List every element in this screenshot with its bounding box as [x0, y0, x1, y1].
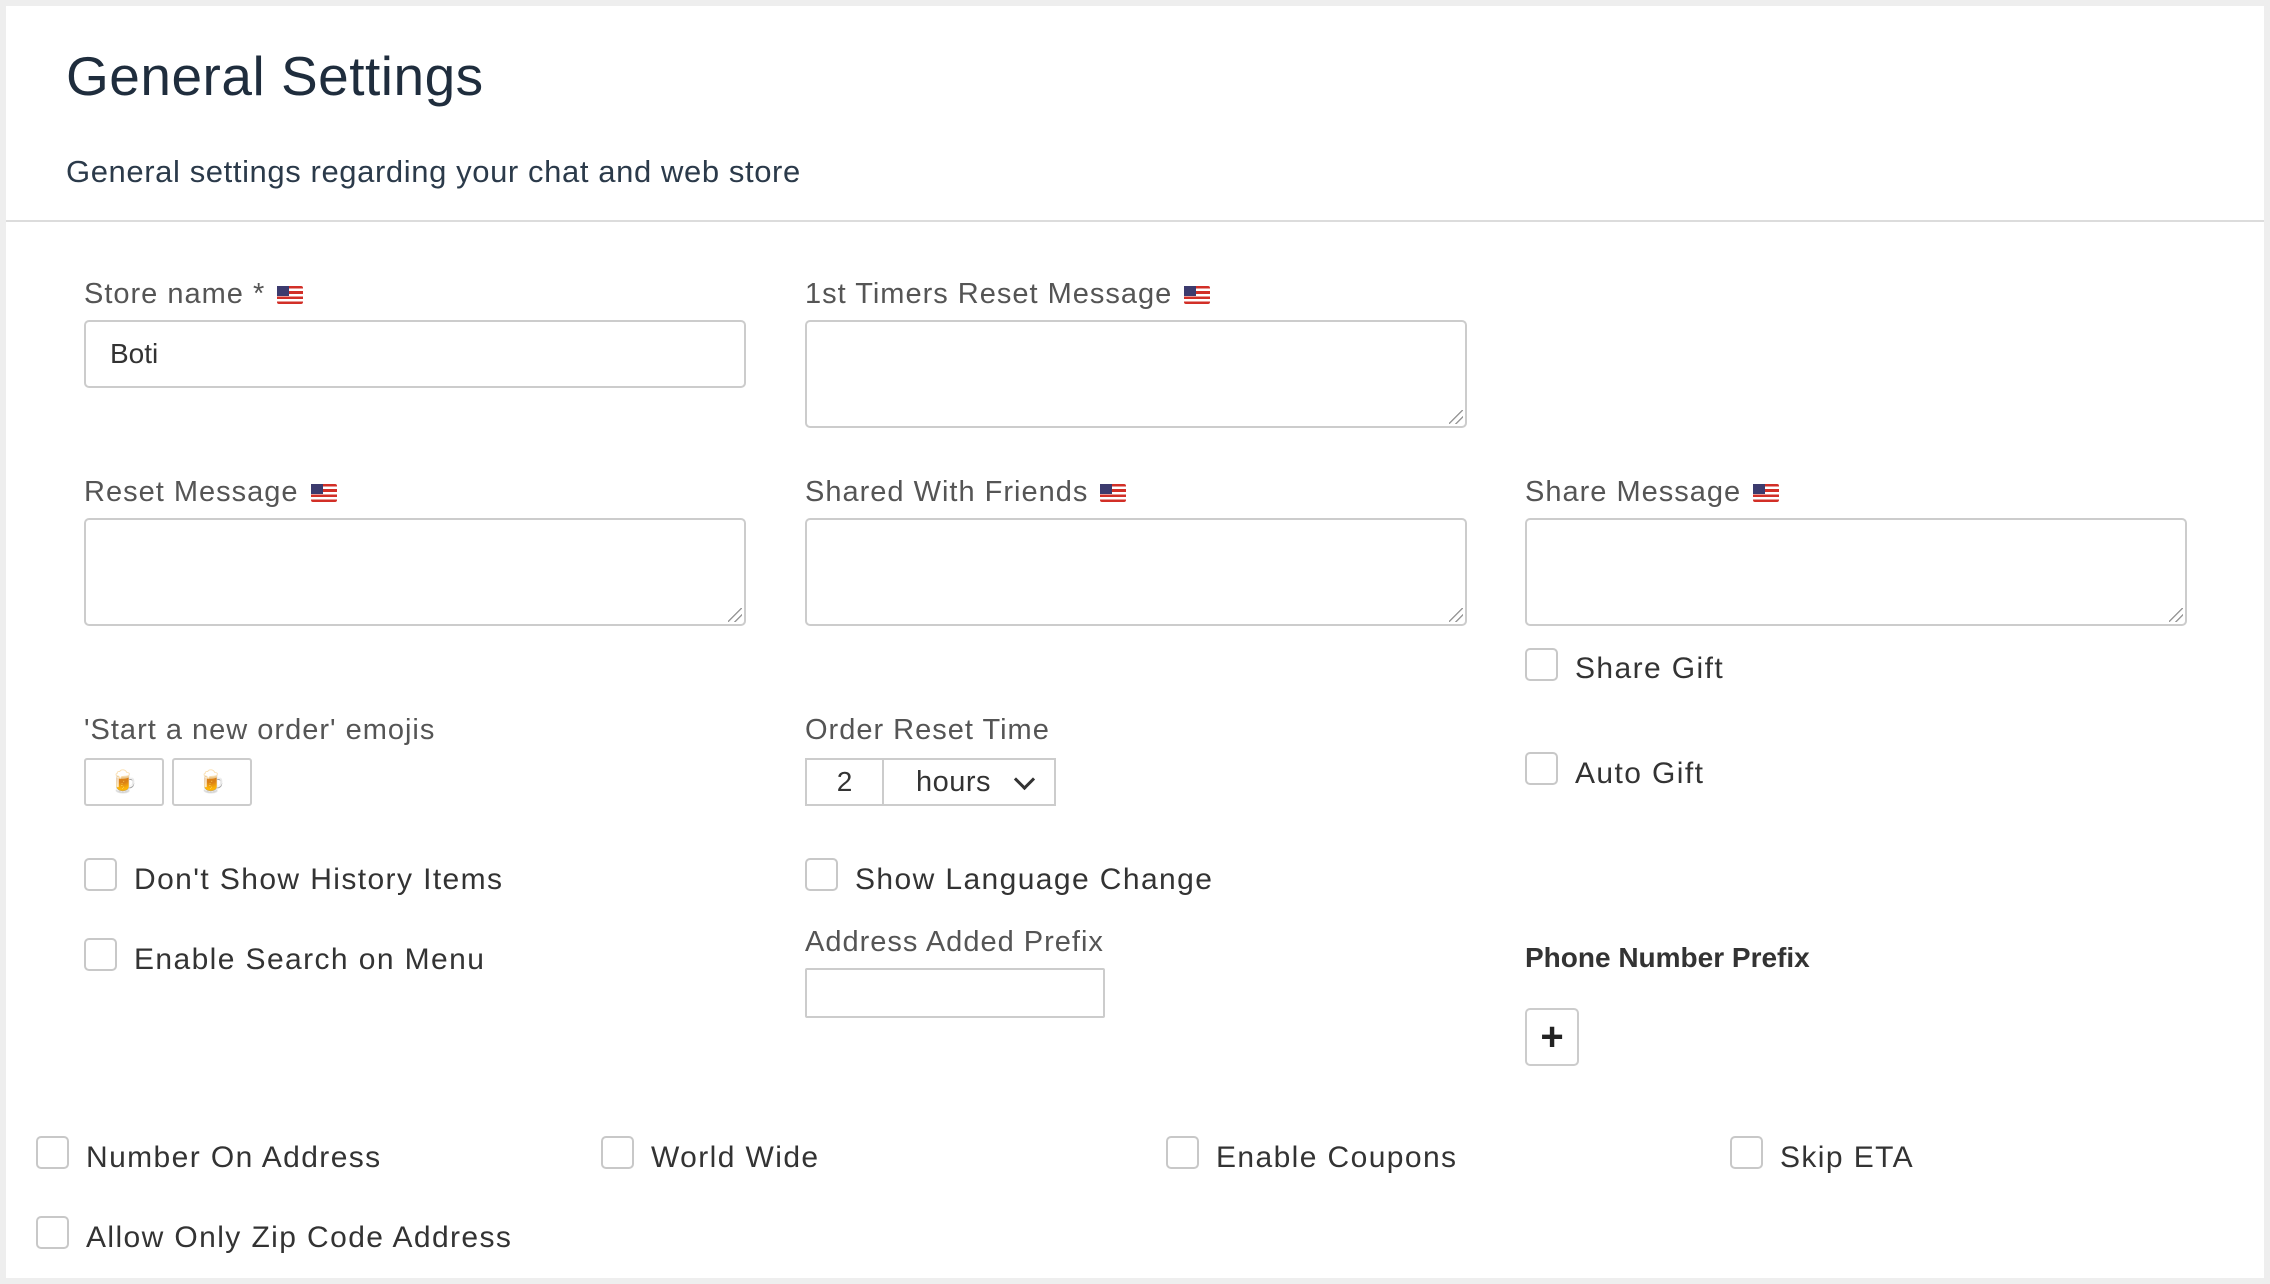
skip-eta-label[interactable]: Skip ETA	[1780, 1141, 1914, 1175]
store-name-label: Store name *	[84, 278, 304, 311]
share-message-textarea[interactable]	[1525, 518, 2187, 626]
address-added-prefix-input[interactable]	[805, 968, 1105, 1018]
world-wide-label[interactable]: World Wide	[651, 1141, 819, 1175]
number-on-address-checkbox[interactable]	[36, 1136, 69, 1169]
resize-grip-icon[interactable]	[2169, 608, 2183, 622]
store-name-input[interactable]	[84, 320, 746, 388]
show-language-change-label[interactable]: Show Language Change	[855, 863, 1213, 897]
auto-gift-checkbox[interactable]	[1525, 752, 1558, 785]
header-divider	[6, 220, 2264, 222]
address-added-prefix-label: Address Added Prefix	[805, 926, 1104, 958]
share-gift-label[interactable]: Share Gift	[1575, 652, 1724, 686]
allow-only-zip-label[interactable]: Allow Only Zip Code Address	[86, 1221, 512, 1255]
first-timers-reset-message-label: 1st Timers Reset Message	[805, 278, 1211, 311]
order-reset-time-unit-select[interactable]: hours	[884, 758, 1056, 806]
share-message-wrapper	[1525, 518, 2187, 626]
shared-with-friends-textarea[interactable]	[805, 518, 1467, 626]
shared-with-friends-wrapper	[805, 518, 1467, 626]
us-flag-icon	[277, 285, 304, 304]
new-order-emojis-label: 'Start a new order' emojis	[84, 714, 436, 746]
page-subtitle: General settings regarding your chat and…	[66, 154, 801, 189]
us-flag-icon	[1184, 285, 1211, 304]
page-title: General Settings	[66, 45, 484, 107]
plus-icon: +	[1540, 1014, 1564, 1059]
settings-panel: General Settings General settings regard…	[6, 6, 2264, 1278]
share-message-label: Share Message	[1525, 476, 1780, 509]
us-flag-icon	[1100, 483, 1127, 502]
resize-grip-icon[interactable]	[1449, 410, 1463, 424]
beer-mug-icon: 🍺	[110, 769, 138, 794]
skip-eta-checkbox[interactable]	[1730, 1136, 1763, 1169]
resize-grip-icon[interactable]	[1449, 608, 1463, 622]
world-wide-checkbox[interactable]	[601, 1136, 634, 1169]
resize-grip-icon[interactable]	[728, 608, 742, 622]
us-flag-icon	[310, 483, 337, 502]
enable-coupons-label[interactable]: Enable Coupons	[1216, 1141, 1457, 1175]
number-on-address-label[interactable]: Number On Address	[86, 1141, 382, 1175]
show-language-change-checkbox[interactable]	[805, 858, 838, 891]
emoji-picker-button-2[interactable]: 🍺	[172, 758, 252, 806]
reset-message-wrapper	[84, 518, 746, 626]
enable-coupons-checkbox[interactable]	[1166, 1136, 1199, 1169]
us-flag-icon	[1753, 483, 1780, 502]
dont-show-history-label[interactable]: Don't Show History Items	[134, 863, 503, 897]
add-phone-prefix-button[interactable]: +	[1525, 1008, 1579, 1066]
enable-search-menu-checkbox[interactable]	[84, 938, 117, 971]
reset-message-textarea[interactable]	[84, 518, 746, 626]
first-timers-reset-message-wrapper	[805, 320, 1467, 428]
auto-gift-label[interactable]: Auto Gift	[1575, 757, 1704, 791]
shared-with-friends-label: Shared With Friends	[805, 476, 1127, 509]
enable-search-menu-label[interactable]: Enable Search on Menu	[134, 943, 485, 977]
order-reset-time-label: Order Reset Time	[805, 714, 1050, 746]
allow-only-zip-checkbox[interactable]	[36, 1216, 69, 1249]
chevron-down-icon	[1013, 768, 1036, 791]
first-timers-reset-message-textarea[interactable]	[805, 320, 1467, 428]
phone-number-prefix-label: Phone Number Prefix	[1525, 942, 1810, 973]
share-gift-checkbox[interactable]	[1525, 648, 1558, 681]
reset-message-label: Reset Message	[84, 476, 337, 509]
emoji-picker-button-1[interactable]: 🍺	[84, 758, 164, 806]
order-reset-time-input[interactable]: 2	[805, 758, 884, 806]
beer-mug-icon: 🍺	[198, 769, 226, 794]
dont-show-history-checkbox[interactable]	[84, 858, 117, 891]
